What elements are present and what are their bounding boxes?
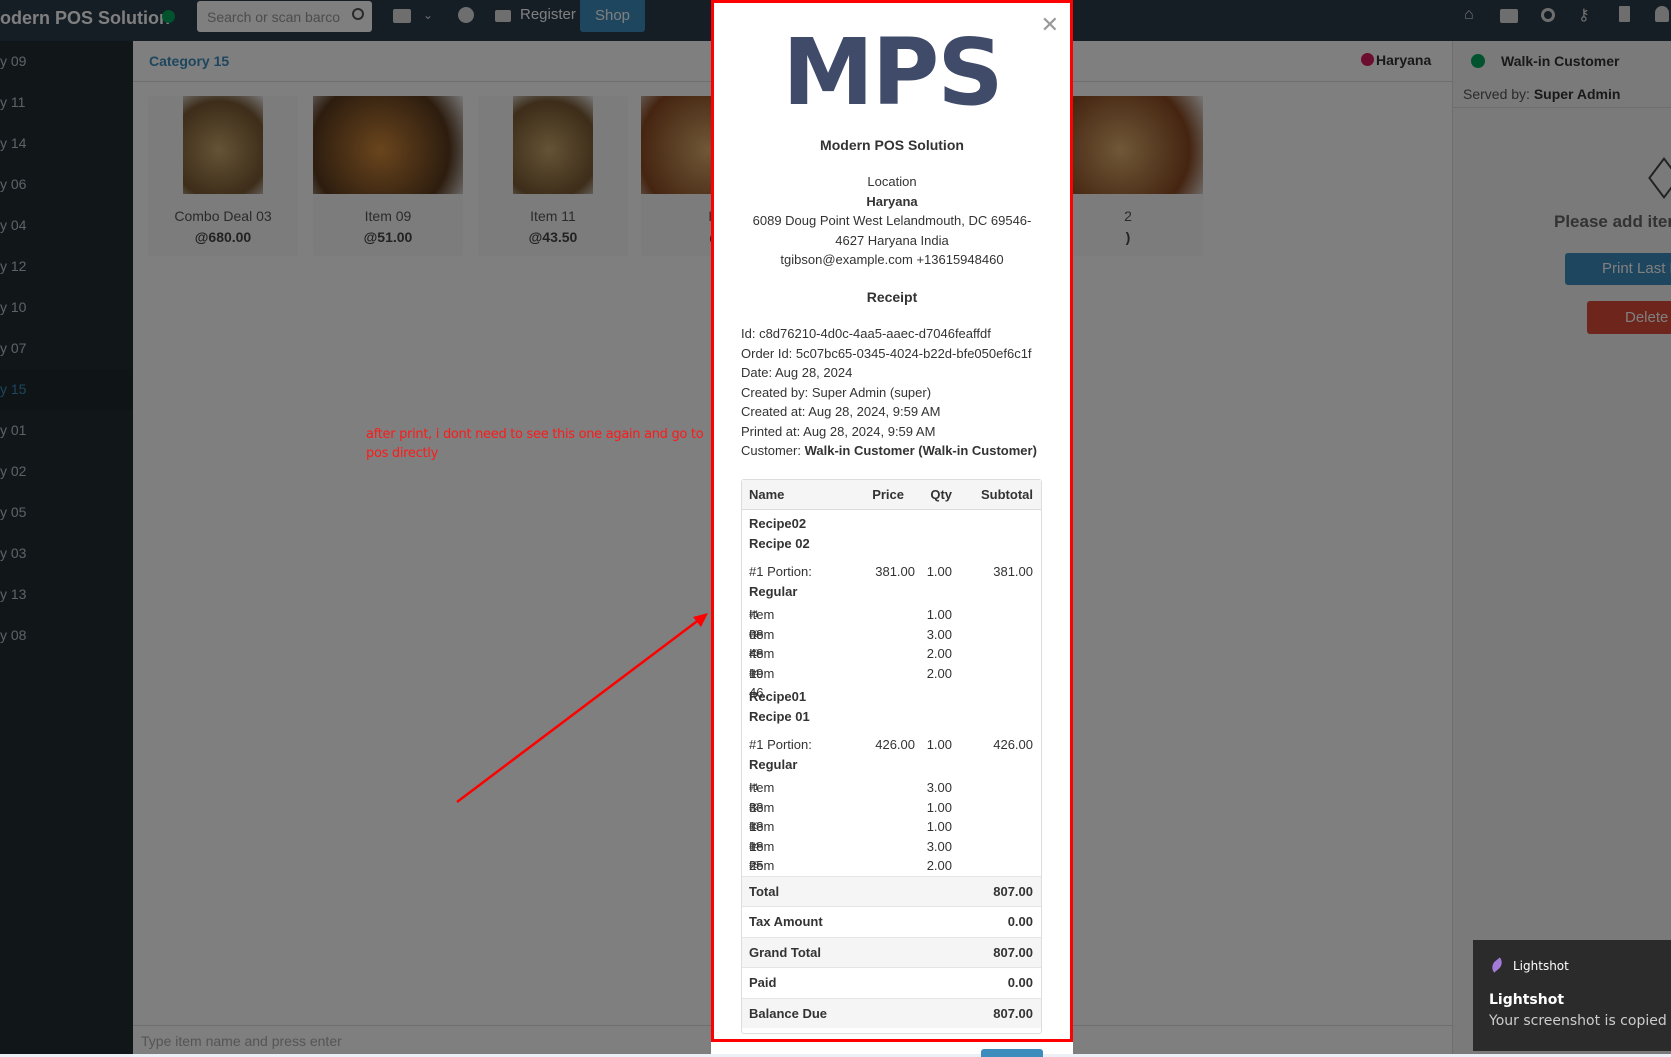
feather-icon	[1489, 957, 1505, 973]
annotation-highlight-frame	[711, 0, 1073, 1042]
toast-message: Your screenshot is copied to	[1489, 1013, 1671, 1029]
print-button[interactable]	[981, 1049, 1043, 1057]
toast-title: Lightshot	[1489, 992, 1565, 1008]
toast-app-name: Lightshot	[1513, 959, 1569, 973]
lightshot-notification[interactable]: Lightshot Lightshot Your screenshot is c…	[1473, 940, 1671, 1051]
